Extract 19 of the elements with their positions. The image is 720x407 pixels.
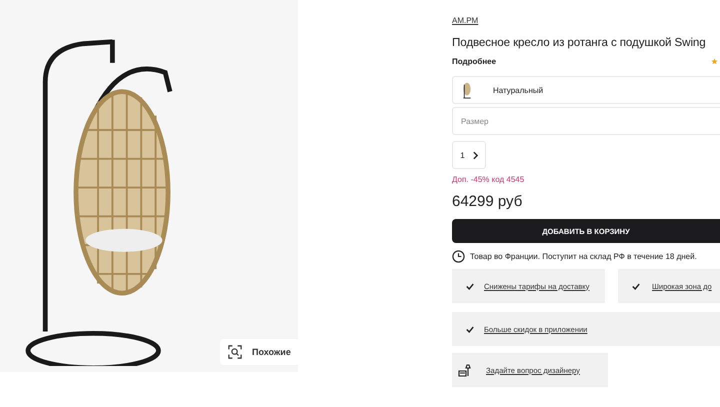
quantity-selector[interactable]: 1 [452,141,486,169]
check-icon [466,282,474,290]
promo-text: Доп. -45% код 4545 [452,175,526,184]
clock-icon [452,250,465,263]
brand-link[interactable]: AM.PM [452,16,720,25]
star-icon [711,58,718,65]
check-icon [632,282,640,290]
similar-button[interactable]: Похожие [220,339,299,365]
price: 64299 руб [452,193,524,210]
color-option[interactable]: Натуральный [452,76,720,104]
check-icon [466,326,474,332]
chair-thumbnail-icon [461,81,473,99]
details-link[interactable]: Подробнее [452,57,496,66]
armchair-lamp-icon [458,363,472,377]
delivery-note: Товар во Франции. Поступит на склад РФ в течение 18 дней. [470,252,697,261]
image-search-icon [228,345,242,359]
product-title: Подвесное кресло из ротанга с подушкой Swing [452,36,706,49]
size-field[interactable]: Размер [452,107,720,135]
chevron-right-icon [472,150,478,160]
